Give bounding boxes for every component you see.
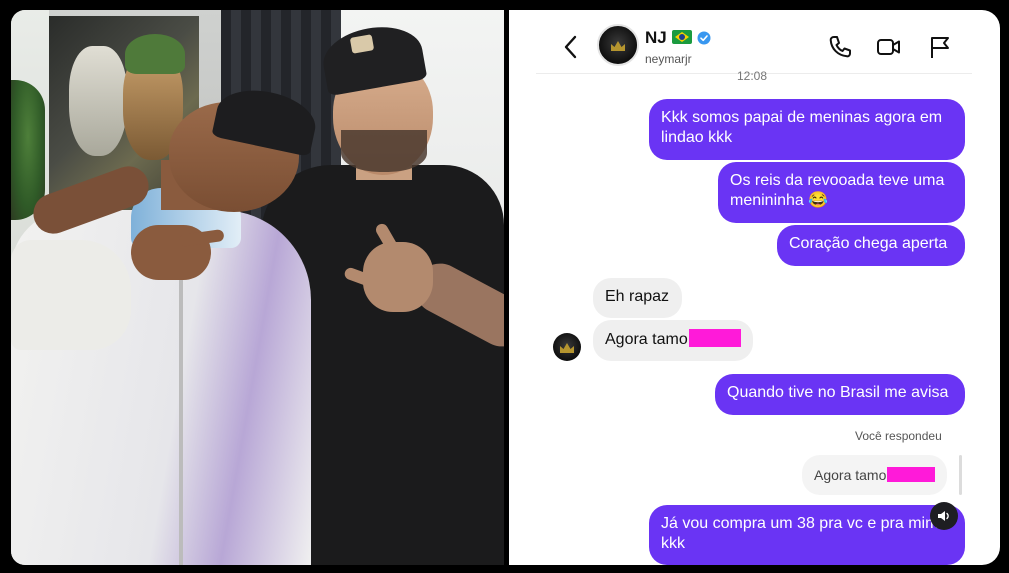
photo-panel [11, 10, 504, 565]
incoming-message[interactable]: Eh rapaz [593, 278, 682, 318]
outgoing-message[interactable]: Quando tive no Brasil me avisa [715, 374, 965, 415]
contact-username[interactable]: neymarjr [645, 52, 692, 66]
jacket-zipper [179, 230, 183, 565]
redaction-box [688, 329, 741, 347]
reply-label: Você respondeu [855, 429, 942, 443]
message-text: Eh rapaz [605, 288, 670, 305]
video-camera-icon[interactable] [876, 34, 902, 60]
redaction-box [887, 467, 936, 482]
quote-indicator [959, 455, 962, 495]
verified-badge-icon [697, 31, 711, 45]
quoted-message[interactable]: Agora tamo [802, 455, 947, 495]
outgoing-message[interactable]: Coração chega aperta [777, 225, 965, 266]
message-text: Coração chega aperta [789, 235, 948, 252]
person-left-sleeve [11, 240, 131, 350]
outgoing-message[interactable]: Já vou compra um 38 pra vc e pra mim kkk [649, 505, 965, 565]
person-right-beard [341, 130, 427, 172]
message-text: Quando tive no Brasil me avisa [727, 384, 949, 401]
outgoing-message[interactable]: Os reis da revooada teve uma menininha 😂 [718, 162, 965, 223]
painting-hair [125, 34, 185, 74]
outgoing-message[interactable]: Kkk somos papai de meninas agora em linda… [649, 99, 965, 160]
message-text: Os reis da revooada teve uma menininha 😂 [730, 172, 945, 209]
contact-avatar[interactable] [597, 24, 639, 66]
chat-header: NJ neymarjr [509, 10, 1000, 74]
message-text: Já vou compra um 38 pra vc e pra mim kkk [661, 515, 939, 552]
person-right-hand [363, 242, 433, 312]
sender-avatar[interactable] [553, 333, 581, 361]
painting-face-left [69, 46, 127, 156]
incoming-message[interactable]: Agora tamo [593, 320, 753, 361]
brazil-flag-icon [672, 30, 692, 44]
quoted-text: Agora tamo [814, 467, 887, 483]
dm-chat-screen: NJ neymarjr 12:08 Kkk somos papai de men… [509, 10, 1000, 565]
chevron-left-icon[interactable] [561, 32, 581, 62]
message-text: Kkk somos papai de meninas agora em linda… [661, 109, 943, 146]
phone-icon[interactable] [827, 34, 853, 60]
message-timestamp: 12:08 [737, 69, 768, 83]
flag-icon[interactable] [927, 34, 953, 60]
message-text: Agora tamo [605, 331, 688, 348]
contact-name[interactable]: NJ [645, 28, 667, 48]
speaker-icon[interactable] [930, 502, 958, 530]
